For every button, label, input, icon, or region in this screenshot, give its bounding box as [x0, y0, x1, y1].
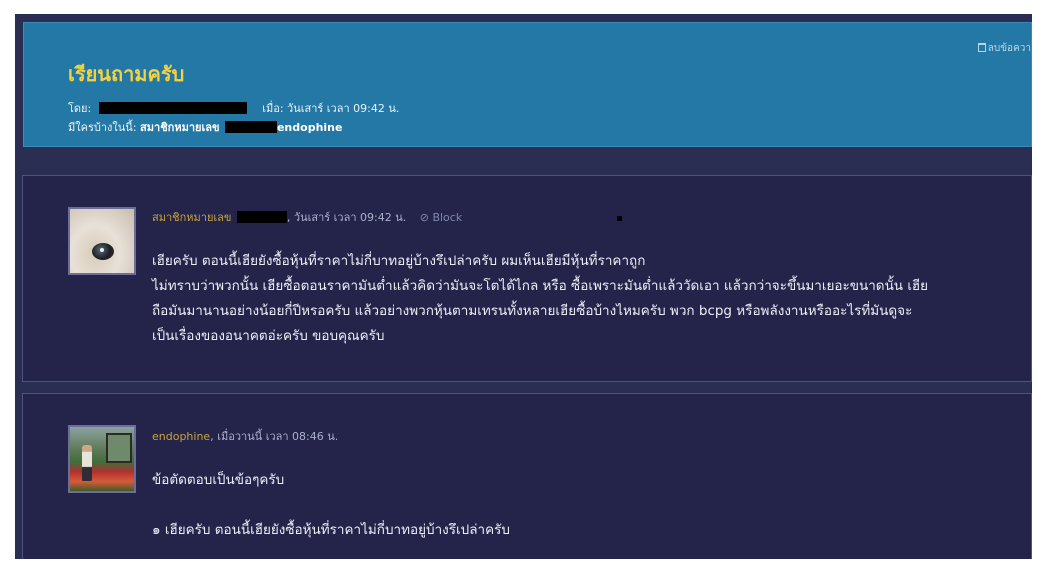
comment-2: endophine, เมื่อวานนี้ เวลา 08:46 น. ข้อ…	[22, 393, 1032, 559]
viewers-label: มีใครบ้างในนี้:	[68, 121, 137, 134]
comment-author-link[interactable]: สมาชิกหมายเลข	[152, 211, 231, 224]
by-label: โดย:	[68, 102, 92, 115]
redacted-member-number	[224, 121, 277, 133]
comment-line: ข้อตัดตอบเป็นข้อๆครับ	[152, 472, 285, 488]
redacted-author	[98, 102, 247, 114]
comment-author-link[interactable]: endophine	[152, 430, 210, 443]
topic-title: เรียนถามครับ	[68, 62, 185, 86]
comment-line: เป็นเรื่องของอนาคตอ่ะครับ ขอบคุณครับ	[152, 328, 385, 344]
redacted-member-number	[236, 211, 287, 223]
comment-header: สมาชิกหมายเลข , วันเสาร์ เวลา 09:42 น. ⊘…	[152, 208, 462, 226]
forum-page: ลบข้อควา เรียนถามครับ โดย: เมื่อ: วันเสา…	[15, 14, 1032, 559]
comment-line: เฮียครับ ตอนนี้เฮียยังซื้อหุ้นที่ราคาไม่…	[152, 253, 646, 269]
viewer-name-link[interactable]: endophine	[277, 121, 343, 134]
avatar[interactable]	[68, 207, 136, 275]
viewers-line: มีใครบ้างในนี้: สมาชิกหมายเลข endophine	[68, 118, 342, 136]
block-label: Block	[432, 211, 463, 224]
trash-icon	[977, 43, 986, 52]
comment-header: endophine, เมื่อวานนี้ เวลา 08:46 น.	[152, 427, 338, 445]
avatar-photo-frame	[106, 433, 132, 463]
comment-line: ถือมันมานานอย่างน้อยกี่ปีหรอครับ แล้วอย่…	[152, 303, 913, 319]
comment-body: ข้อตัดตอบเป็นข้อๆครับ ๑ เฮียครับ ตอนนี้เ…	[152, 468, 1017, 543]
avatar-eye-highlight	[100, 248, 104, 252]
avatar-person	[82, 445, 92, 481]
comment-1: สมาชิกหมายเลข , วันเสาร์ เวลา 09:42 น. ⊘…	[22, 175, 1032, 382]
stray-mark	[617, 216, 622, 221]
comment-time: , วันเสาร์ เวลา 09:42 น.	[286, 211, 407, 224]
delete-label: ลบข้อควา	[987, 43, 1031, 54]
comment-time: , เมื่อวานนี้ เวลา 08:46 น.	[210, 430, 339, 443]
comment-line: ๑ เฮียครับ ตอนนี้เฮียยังซื้อหุ้นที่ราคาไ…	[152, 522, 510, 538]
topic-time: เมื่อ: วันเสาร์ เวลา 09:42 น.	[262, 102, 400, 115]
avatar[interactable]	[68, 425, 136, 493]
topic-header: ลบข้อควา เรียนถามครับ โดย: เมื่อ: วันเสา…	[23, 22, 1032, 147]
comment-body: เฮียครับ ตอนนี้เฮียยังซื้อหุ้นที่ราคาไม่…	[152, 249, 1017, 349]
viewer-member-link[interactable]: สมาชิกหมายเลข	[140, 121, 219, 134]
delete-topic-button[interactable]: ลบข้อควา	[977, 41, 1031, 56]
block-button[interactable]: ⊘ Block	[420, 211, 462, 224]
comment-line: ไม่ทราบว่าพวกนั้น เฮียซื้อตอนราคามันต่ำแ…	[152, 278, 929, 294]
comment-line	[152, 493, 1017, 518]
topic-meta: โดย: เมื่อ: วันเสาร์ เวลา 09:42 น.	[68, 99, 399, 117]
block-icon: ⊘	[419, 211, 429, 224]
